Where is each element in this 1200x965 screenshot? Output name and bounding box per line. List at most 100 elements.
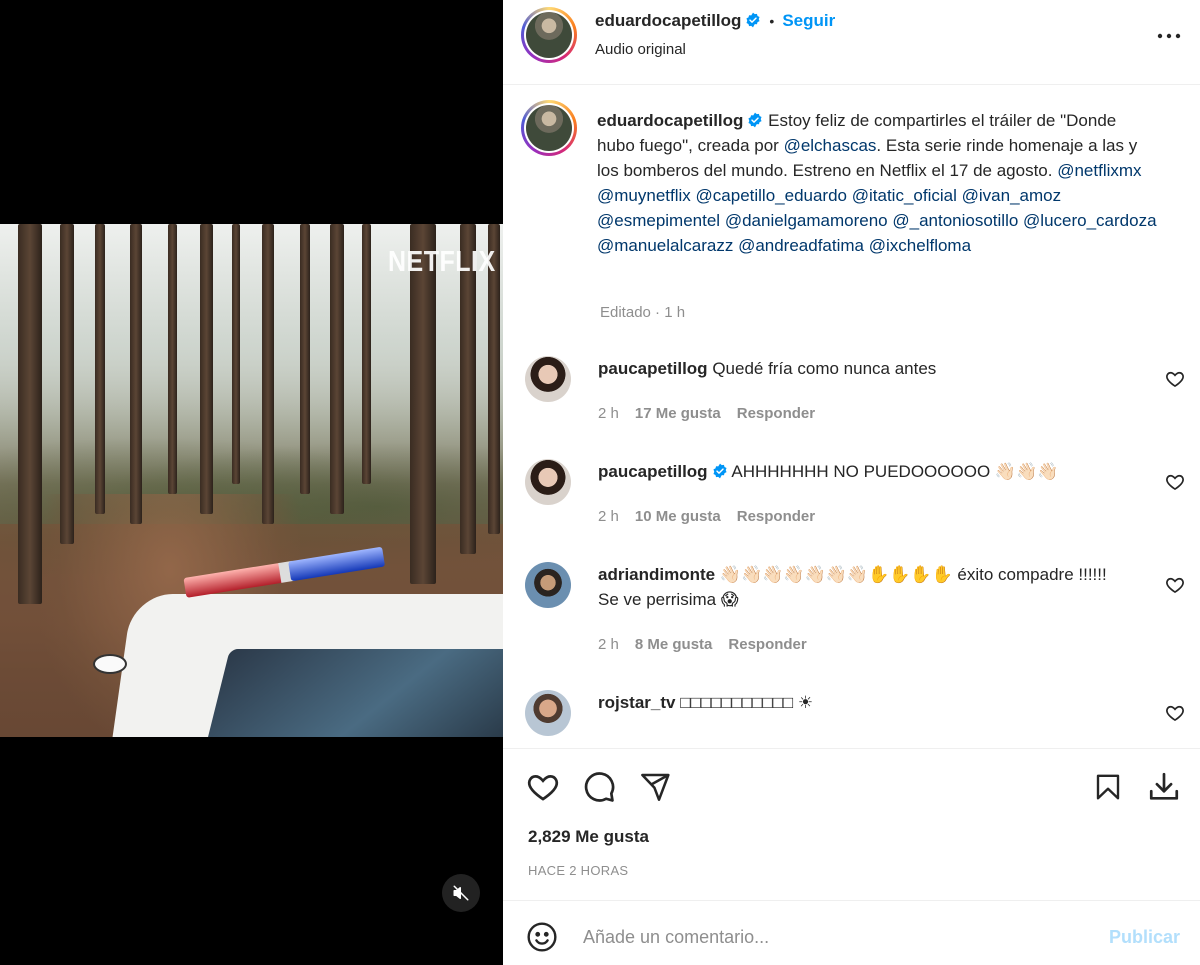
author-username[interactable]: eduardocapetillog [595, 11, 741, 30]
likes-count[interactable]: 2,829 Me gusta [528, 827, 649, 847]
comment-age[interactable]: 2 h [598, 508, 619, 525]
caption-mention-link[interactable]: @netflixmx [1057, 161, 1141, 180]
download-button[interactable] [1146, 769, 1182, 805]
bookmark-icon [1096, 774, 1120, 800]
author-avatar[interactable] [521, 7, 577, 63]
caption-mention-link[interactable]: @elchascas [784, 136, 877, 155]
tree-trunk [95, 224, 105, 514]
meta-dot: · [655, 304, 661, 321]
tree-trunk [168, 224, 177, 494]
comment-avatar[interactable] [525, 690, 571, 736]
video-frame[interactable]: NETFLIX [0, 224, 503, 737]
caption-username[interactable]: eduardocapetillog [597, 111, 743, 130]
caption-mention-link[interactable]: @ivan_amoz [962, 186, 1061, 205]
comment-username[interactable]: paucapetillog [598, 359, 708, 378]
caption-mention-link[interactable]: @muynetflix [597, 186, 691, 205]
caption-mention-link[interactable]: @esmepimentel [597, 211, 720, 230]
comment-username[interactable]: adriandimonte [598, 565, 715, 584]
reply-button[interactable]: Responder [728, 636, 806, 653]
follow-button[interactable]: Seguir [782, 11, 835, 30]
save-button[interactable] [1090, 769, 1126, 805]
comment-likes[interactable]: 8 Me gusta [635, 636, 713, 653]
tree-trunk [200, 224, 213, 514]
side-mirror [93, 654, 127, 674]
reply-button[interactable]: Responder [737, 405, 815, 422]
caption-mention-link[interactable]: @capetillo_eduardo [696, 186, 847, 205]
comment-username[interactable]: paucapetillog [598, 462, 708, 481]
comment-likes[interactable]: 10 Me gusta [635, 508, 721, 525]
caption-author-avatar[interactable] [521, 100, 577, 156]
share-button[interactable] [637, 769, 673, 805]
caption-age[interactable]: 1 h [664, 304, 685, 321]
verified-icon [748, 112, 762, 128]
media-viewer[interactable]: NETFLIX [0, 0, 503, 965]
caption-mention-link[interactable]: @itatic_oficial [852, 186, 957, 205]
caption-body: Estoy feliz de compartirles el tráiler d… [597, 111, 1157, 255]
comment-content: □□□□□□□□□□□ ☀ [680, 693, 814, 712]
verified-icon [713, 463, 727, 479]
comment-text: rojstar_tv □□□□□□□□□□□ ☀ [598, 690, 1143, 715]
reply-button[interactable]: Responder [737, 508, 815, 525]
verified-icon [746, 12, 760, 28]
more-options-button[interactable] [1154, 24, 1184, 48]
comment-meta: 2 h 10 Me gusta Responder [598, 508, 831, 525]
edited-label: Editado [600, 304, 651, 321]
caption-mention-link[interactable]: @lucero_cardoza [1023, 211, 1157, 230]
add-comment-bar: Publicar [503, 900, 1200, 965]
comment-content: Quedé fría como nunca antes [712, 359, 937, 378]
comment-button[interactable] [581, 769, 617, 805]
post-actions: 2,829 Me gusta HACE 2 HORAS [503, 748, 1200, 900]
comment-avatar[interactable] [525, 459, 571, 505]
more-horizontal-icon [1157, 33, 1181, 39]
tree-trunk [60, 224, 74, 544]
comment-text: paucapetillog AHHHHHHH NO PUEDOOOOOO 👋🏻👋… [598, 459, 1143, 484]
caption-mention-link[interactable]: @andreadfatima [738, 236, 864, 255]
comment-content-line2: Se ve perrisima 😱 [598, 590, 739, 609]
caption-meta: Editado · 1 h [600, 304, 685, 321]
tree-trunk [232, 224, 240, 484]
caption-mention-link[interactable]: @ixchelfloma [869, 236, 971, 255]
tree-trunk [18, 224, 42, 604]
comment-avatar[interactable] [525, 356, 571, 402]
smiley-icon [527, 922, 557, 952]
paper-plane-icon [641, 773, 670, 801]
caption-mention-link[interactable]: @danielgamamoreno [725, 211, 888, 230]
caption-mention-link[interactable]: @manuelalcarazz [597, 236, 733, 255]
post-panel: eduardocapetillog • Seguir Audio original … [503, 0, 1200, 965]
heart-icon[interactable] [1165, 472, 1185, 492]
comment-text: adriandimonte 👋🏻👋🏻👋🏻👋🏻👋🏻👋🏻👋🏻✋✋✋✋ éxito c… [598, 562, 1143, 612]
police-car [93, 546, 503, 737]
emoji-button[interactable] [526, 921, 558, 953]
car-windshield [200, 649, 503, 737]
comment-meta: 2 h 8 Me gusta Responder [598, 636, 823, 653]
comment-likes[interactable]: 17 Me gusta [635, 405, 721, 422]
caption-mention-link[interactable]: @_antoniosotillo [892, 211, 1018, 230]
comment-content: 👋🏻👋🏻👋🏻👋🏻👋🏻👋🏻👋🏻✋✋✋✋ éxito compadre !!!!!! [719, 565, 1107, 584]
comment-age[interactable]: 2 h [598, 405, 619, 422]
comment-age[interactable]: 2 h [598, 636, 619, 653]
post-timestamp[interactable]: HACE 2 HORAS [528, 863, 628, 878]
publish-button[interactable]: Publicar [1109, 927, 1180, 948]
comment-input[interactable] [583, 919, 1083, 955]
volume-muted-icon [453, 885, 469, 901]
download-icon [1149, 772, 1179, 800]
heart-icon [527, 775, 559, 801]
comments-section[interactable]: eduardocapetillog Estoy feliz de compart… [503, 86, 1200, 748]
comment-bubble-icon [584, 772, 615, 802]
heart-icon[interactable] [1165, 575, 1185, 595]
comment-meta: 2 h 17 Me gusta Responder [598, 405, 831, 422]
mute-button[interactable] [442, 874, 480, 912]
audio-label[interactable]: Audio original [595, 41, 686, 58]
tree-trunk [330, 224, 344, 514]
like-button[interactable] [525, 769, 561, 805]
comment-avatar[interactable] [525, 562, 571, 608]
netflix-watermark: NETFLIX [388, 245, 496, 279]
heart-icon[interactable] [1165, 703, 1185, 723]
post-header: eduardocapetillog • Seguir Audio original [503, 0, 1200, 85]
caption-text: eduardocapetillog Estoy feliz de compart… [597, 108, 1157, 258]
tree-trunk [130, 224, 142, 524]
tree-trunk [262, 224, 274, 524]
tree-trunk [300, 224, 310, 494]
comment-username[interactable]: rojstar_tv [598, 693, 675, 712]
heart-icon[interactable] [1165, 369, 1185, 389]
